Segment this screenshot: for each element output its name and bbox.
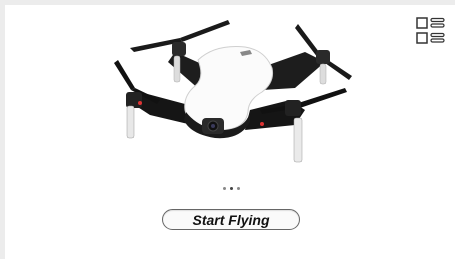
carousel-dot[interactable]	[222, 186, 226, 190]
carousel-indicator	[221, 185, 241, 191]
drone-image	[114, 20, 352, 163]
carousel-dot[interactable]	[236, 186, 240, 190]
list-view-button[interactable]	[416, 17, 446, 47]
start-flying-label: Start Flying	[192, 211, 270, 228]
start-flying-button[interactable]: Start Flying	[162, 209, 300, 230]
carousel-dot-active[interactable]	[229, 186, 233, 190]
list-view-icon	[416, 17, 445, 44]
